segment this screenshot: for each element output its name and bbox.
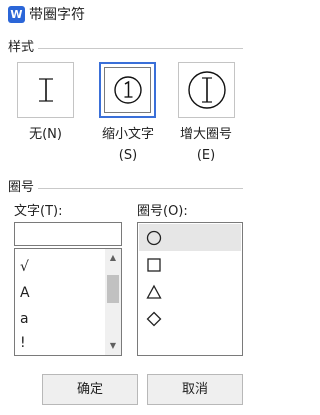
scroll-up-icon[interactable]: ▲ xyxy=(105,251,121,265)
title-bar: W 带圈字符 xyxy=(0,0,251,32)
list-item[interactable]: √ xyxy=(20,257,29,277)
list-item[interactable]: ! xyxy=(20,333,26,353)
text-field-label: 文字(T): xyxy=(14,204,63,219)
enclosure-option-diamond[interactable] xyxy=(139,305,241,332)
dialog-title: 带圈字符 xyxy=(29,7,85,23)
enclosure-option-square[interactable] xyxy=(139,251,241,278)
square-icon xyxy=(147,258,161,272)
text-list-scrollbar[interactable]: ▲ ▼ xyxy=(105,249,121,355)
style-section-divider xyxy=(8,48,243,49)
triangle-icon xyxy=(146,284,162,299)
style-option-none-label[interactable]: 无(N) xyxy=(17,124,74,145)
cancel-button[interactable]: 取消 xyxy=(147,374,243,405)
circled-one-small-icon xyxy=(113,76,142,104)
list-item[interactable]: a xyxy=(20,309,29,329)
style-shrink-preview xyxy=(101,64,154,116)
style-option-enlarge-circle[interactable] xyxy=(178,62,235,118)
style-option-shrink-text[interactable] xyxy=(99,62,156,118)
style-enlarge-preview xyxy=(179,63,234,117)
text-options-list[interactable]: √ A a ! ▲ ▼ xyxy=(14,248,122,356)
style-option-enlarge-label-text: 增大圈号(E) xyxy=(179,127,232,163)
ok-button[interactable]: 确定 xyxy=(42,374,138,405)
list-item[interactable]: A xyxy=(20,283,30,303)
style-option-shrink-label[interactable]: 缩小文字(S) xyxy=(88,124,168,166)
style-option-none[interactable] xyxy=(17,62,74,118)
enclosure-option-circle[interactable] xyxy=(139,224,241,251)
enclosure-field-label: 圈号(O): xyxy=(137,204,188,219)
wps-writer-icon: W xyxy=(8,6,25,23)
circled-one-large-icon xyxy=(187,71,226,109)
style-option-enlarge-label[interactable]: 增大圈号(E) xyxy=(166,124,246,166)
diamond-icon xyxy=(146,311,162,327)
style-option-shrink-label-text: 缩小文字(S) xyxy=(101,127,154,163)
enclosure-options-list[interactable] xyxy=(137,222,243,356)
circle-icon xyxy=(146,230,162,246)
scroll-thumb[interactable] xyxy=(107,275,119,303)
enclosure-section-heading: 圈号 xyxy=(8,180,39,196)
enclosure-option-triangle[interactable] xyxy=(139,278,241,305)
plain-i-glyph-icon xyxy=(38,78,53,102)
scroll-down-icon[interactable]: ▼ xyxy=(105,339,121,353)
style-section-heading: 样式 xyxy=(8,40,39,56)
text-input[interactable] xyxy=(14,222,122,246)
enclosure-section-divider xyxy=(8,188,243,189)
style-none-preview xyxy=(18,63,73,117)
